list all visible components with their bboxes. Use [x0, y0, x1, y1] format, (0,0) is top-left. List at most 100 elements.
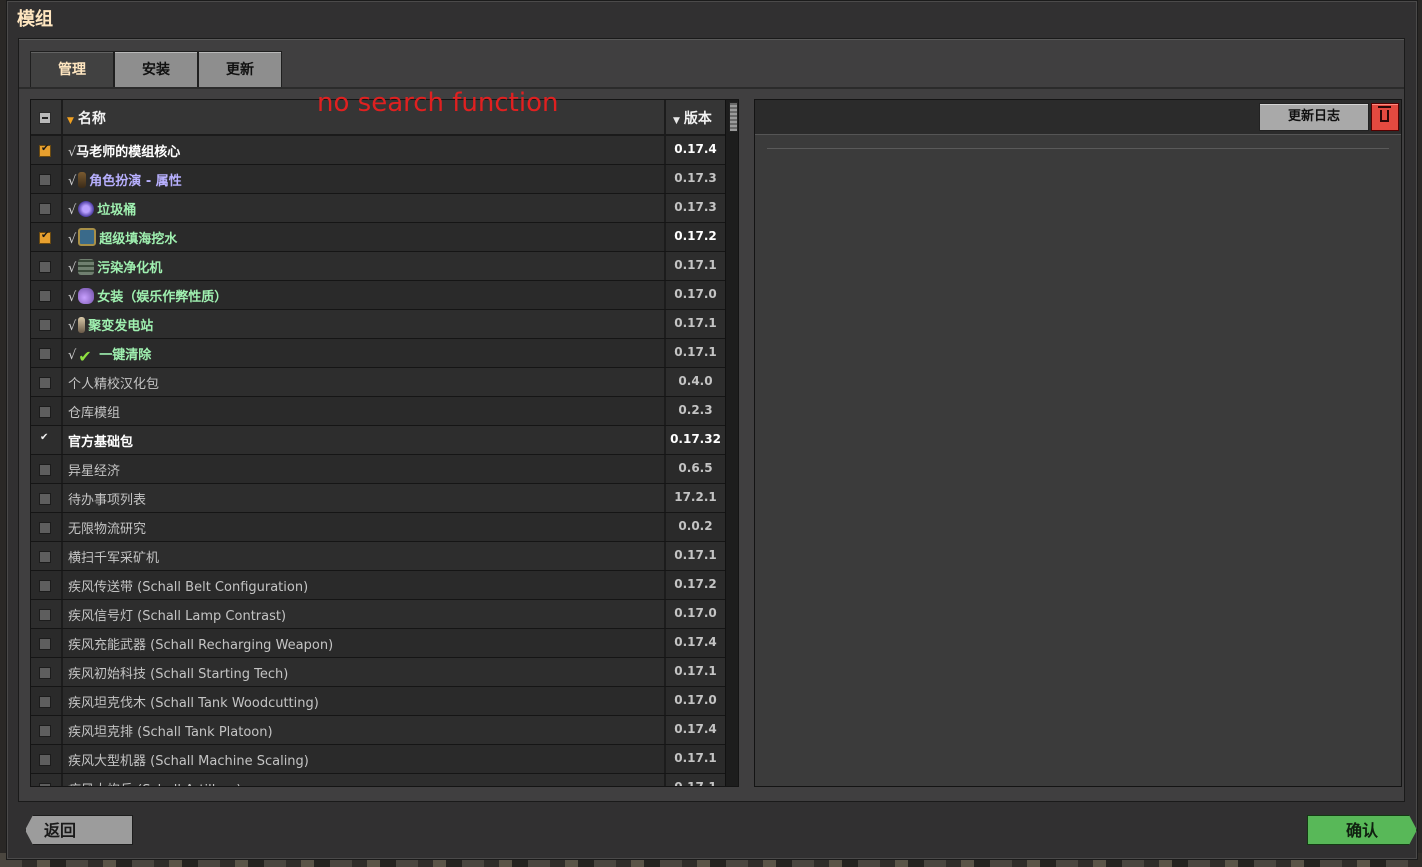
version-column-label: 版本 — [683, 111, 712, 127]
mod-version: 0.2.3 — [678, 403, 713, 417]
mod-row[interactable]: 无限物流研究 0.0.2 — [31, 513, 725, 542]
scrollbar-thumb[interactable] — [729, 102, 738, 132]
mod-enable-checkbox[interactable] — [39, 464, 51, 476]
mod-enable-checkbox[interactable] — [39, 319, 51, 331]
tab-install[interactable]: 安装 — [114, 51, 198, 87]
mod-row[interactable]: √ 女装（娱乐作弊性质） 0.17.0 — [31, 281, 725, 310]
mod-name: 疾风坦克排 (Schall Tank Platoon) — [68, 721, 273, 740]
changelog-button[interactable]: 更新日志 — [1259, 103, 1369, 131]
mod-enable-checkbox[interactable] — [39, 406, 51, 418]
list-scrollbar[interactable] — [725, 100, 738, 786]
mod-title: 疾风坦克排 (Schall Tank Platoon) — [68, 725, 273, 740]
mod-version: 0.17.4 — [674, 142, 717, 156]
mod-row[interactable]: √马老师的模组核心 0.17.4 — [31, 136, 725, 165]
row-separator — [61, 165, 63, 193]
row-separator — [61, 745, 63, 773]
confirm-button[interactable]: 确认 — [1307, 815, 1417, 845]
select-all-checkbox[interactable] — [39, 112, 51, 124]
mod-title: 角色扮演 - 属性 — [89, 174, 182, 189]
mod-title: 待办事项列表 — [68, 493, 147, 508]
mod-name: √ 垃圾桶 — [68, 199, 136, 218]
mod-row[interactable]: 疾风坦克排 (Schall Tank Platoon) 0.17.4 — [31, 716, 725, 745]
mod-enable-checkbox[interactable] — [39, 754, 51, 766]
mod-row[interactable]: √ 污染净化机 0.17.1 — [31, 252, 725, 281]
mod-name: 疾风坦克伐木 (Schall Tank Woodcutting) — [68, 692, 319, 711]
mod-row[interactable]: √ 垃圾桶 0.17.3 — [31, 194, 725, 223]
row-separator — [61, 484, 63, 512]
mod-version: 0.17.3 — [674, 171, 717, 185]
row-separator — [61, 658, 63, 686]
mod-enable-checkbox[interactable] — [39, 522, 51, 534]
sort-arrow-icon: ▼ — [67, 116, 74, 126]
mod-version: 0.17.2 — [674, 229, 717, 243]
row-separator — [61, 194, 63, 222]
mod-enable-checkbox[interactable] — [39, 638, 51, 650]
mod-enable-checkbox[interactable] — [39, 696, 51, 708]
mod-enable-checkbox[interactable] — [39, 551, 51, 563]
mod-row[interactable]: 横扫千军采矿机 0.17.1 — [31, 542, 725, 571]
mod-row[interactable]: √ ✔ 一键清除 0.17.1 — [31, 339, 725, 368]
mod-enable-checkbox[interactable] — [39, 174, 51, 186]
mod-row[interactable]: 官方基础包 0.17.32 — [31, 426, 725, 455]
mod-title: 超级填海挖水 — [99, 232, 178, 247]
mod-enable-checkbox[interactable] — [39, 580, 51, 592]
name-column-header[interactable]: ▼ 名称 — [67, 108, 106, 128]
mod-prefix: √ — [68, 348, 77, 363]
mod-row[interactable]: √ 聚变发电站 0.17.1 — [31, 310, 725, 339]
mod-version: 0.17.1 — [674, 258, 717, 272]
mod-enable-checkbox[interactable] — [39, 348, 51, 360]
mod-row[interactable]: 异星经济 0.6.5 — [31, 455, 725, 484]
tab-update[interactable]: 更新 — [198, 51, 282, 87]
mod-title: 疾风大型机器 (Schall Machine Scaling) — [68, 754, 309, 769]
row-separator — [61, 281, 63, 309]
mod-enable-checkbox[interactable] — [39, 143, 51, 157]
tab-manage[interactable]: 管理 — [30, 51, 114, 87]
purifier-icon — [78, 259, 95, 275]
mod-row[interactable]: 待办事项列表 17.2.1 — [31, 484, 725, 513]
version-column-header[interactable]: ▼ 版本 — [673, 108, 712, 128]
mod-name: 疾风大炮兵 (Schall Artillery) — [68, 779, 241, 786]
row-separator — [61, 687, 63, 715]
row-separator — [61, 542, 63, 570]
mod-enable-checkbox[interactable] — [39, 261, 51, 273]
row-separator — [61, 223, 63, 251]
mod-version: 0.17.0 — [674, 693, 717, 707]
mod-enable-checkbox[interactable] — [39, 783, 51, 786]
mod-row[interactable]: 仓库模组 0.2.3 — [31, 397, 725, 426]
back-button[interactable]: 返回 — [25, 815, 133, 845]
mod-row[interactable]: 疾风大型机器 (Schall Machine Scaling) 0.17.1 — [31, 745, 725, 774]
name-column-label: 名称 — [77, 111, 106, 127]
mod-enable-checkbox[interactable] — [39, 432, 49, 445]
mod-enable-checkbox[interactable] — [39, 667, 51, 679]
mod-name: √ 角色扮演 - 属性 — [68, 170, 182, 189]
mod-row[interactable]: 疾风充能武器 (Schall Recharging Weapon) 0.17.4 — [31, 629, 725, 658]
mod-row[interactable]: 疾风初始科技 (Schall Starting Tech) 0.17.1 — [31, 658, 725, 687]
mod-prefix: √ — [68, 203, 77, 218]
mod-row[interactable]: 疾风坦克伐木 (Schall Tank Woodcutting) 0.17.0 — [31, 687, 725, 716]
mod-enable-checkbox[interactable] — [39, 290, 51, 302]
mod-title: 马老师的模组核心 — [76, 145, 181, 160]
fission-icon — [78, 317, 86, 333]
mod-version: 0.17.1 — [674, 780, 717, 787]
header-separator — [664, 100, 666, 134]
row-separator — [61, 629, 63, 657]
mod-row[interactable]: √ 角色扮演 - 属性 0.17.3 — [31, 165, 725, 194]
row-separator — [61, 368, 63, 396]
mod-version: 0.17.1 — [674, 548, 717, 562]
mod-version: 0.17.32 — [670, 432, 721, 446]
mod-row[interactable]: 个人精校汉化包 0.4.0 — [31, 368, 725, 397]
mod-row[interactable]: √ 超级填海挖水 0.17.2 — [31, 223, 725, 252]
mod-row[interactable]: 疾风信号灯 (Schall Lamp Contrast) 0.17.0 — [31, 600, 725, 629]
delete-button[interactable] — [1371, 103, 1399, 131]
mod-version: 0.17.0 — [674, 287, 717, 301]
mod-enable-checkbox[interactable] — [39, 230, 51, 244]
mod-enable-checkbox[interactable] — [39, 493, 51, 505]
mod-enable-checkbox[interactable] — [39, 609, 51, 621]
mod-row[interactable]: 疾风传送带 (Schall Belt Configuration) 0.17.2 — [31, 571, 725, 600]
mod-enable-checkbox[interactable] — [39, 725, 51, 737]
mod-version: 0.17.1 — [674, 316, 717, 330]
mod-enable-checkbox[interactable] — [39, 377, 51, 389]
mod-name: 疾风信号灯 (Schall Lamp Contrast) — [68, 605, 286, 624]
mod-enable-checkbox[interactable] — [39, 203, 51, 215]
mod-row[interactable]: 疾风大炮兵 (Schall Artillery) 0.17.1 — [31, 774, 725, 787]
